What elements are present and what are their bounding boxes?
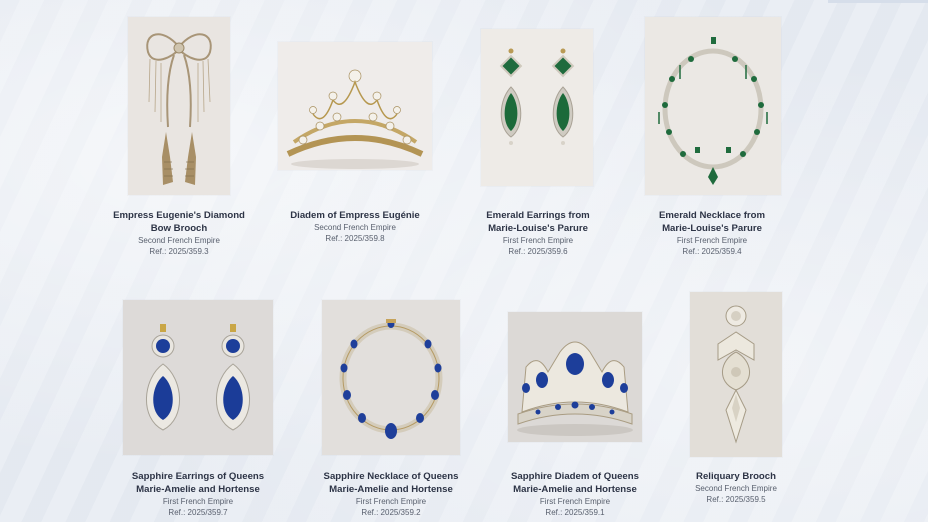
item-ref: Ref.: 2025/359.2 — [361, 508, 421, 517]
item-era: First French Empire — [676, 236, 748, 245]
item-title[interactable]: Diadem of Empress Eugénie — [282, 209, 428, 222]
item-title-line2[interactable]: Marie-Louise's Parure — [468, 222, 608, 235]
item-title-line2[interactable]: Marie-Louise's Parure — [642, 222, 782, 235]
caption-diadem: Diadem of Empress Eugénie Second French … — [282, 209, 428, 244]
caption-reliquary-brooch: Reliquary Brooch Second French Empire Re… — [666, 470, 806, 505]
top-edge-bar — [828, 0, 928, 3]
caption-sapphire-diadem: Sapphire Diadem of Queens Marie-Amelie a… — [504, 470, 646, 518]
item-era: Second French Empire — [695, 484, 777, 493]
diadem-image[interactable] — [278, 42, 432, 170]
item-title[interactable]: Reliquary Brooch — [666, 470, 806, 483]
caption-emerald-necklace: Emerald Necklace from Marie-Louise's Par… — [642, 209, 782, 257]
reliquary-brooch-image[interactable] — [690, 292, 782, 457]
item-ref: Ref.: 2025/359.5 — [706, 495, 766, 504]
item-title-line2[interactable]: Marie-Amelie and Hortense — [504, 483, 646, 496]
item-title[interactable]: Empress Eugenie's Diamond — [108, 209, 250, 222]
item-title-line2[interactable]: Bow Brooch — [108, 222, 250, 235]
item-era: Second French Empire — [314, 223, 396, 232]
item-era: First French Empire — [162, 497, 234, 506]
item-ref: Ref.: 2025/359.3 — [149, 247, 209, 256]
caption-bow-brooch: Empress Eugenie's Diamond Bow Brooch Sec… — [108, 209, 250, 257]
item-ref: Ref.: 2025/359.8 — [325, 234, 385, 243]
item-title-line2[interactable]: Marie-Amelie and Hortense — [128, 483, 268, 496]
caption-emerald-earrings: Emerald Earrings from Marie-Louise's Par… — [468, 209, 608, 257]
item-ref: Ref.: 2025/359.4 — [682, 247, 742, 256]
sapphire-earrings-image[interactable] — [123, 300, 273, 455]
item-title[interactable]: Sapphire Necklace of Queens — [320, 470, 462, 483]
item-era: First French Empire — [539, 497, 611, 506]
item-title[interactable]: Emerald Necklace from — [642, 209, 782, 222]
item-title[interactable]: Sapphire Diadem of Queens — [504, 470, 646, 483]
caption-sapphire-earrings: Sapphire Earrings of Queens Marie-Amelie… — [128, 470, 268, 518]
item-title-line2[interactable]: Marie-Amelie and Hortense — [320, 483, 462, 496]
bow-brooch-image[interactable] — [128, 17, 230, 195]
emerald-necklace-image[interactable] — [645, 17, 781, 195]
item-title[interactable]: Emerald Earrings from — [468, 209, 608, 222]
item-era: First French Empire — [502, 236, 574, 245]
item-ref: Ref.: 2025/359.6 — [508, 247, 568, 256]
sapphire-necklace-image[interactable] — [322, 300, 460, 455]
item-era: Second French Empire — [138, 236, 220, 245]
caption-sapphire-necklace: Sapphire Necklace of Queens Marie-Amelie… — [320, 470, 462, 518]
item-title[interactable]: Sapphire Earrings of Queens — [128, 470, 268, 483]
item-ref: Ref.: 2025/359.1 — [545, 508, 605, 517]
item-ref: Ref.: 2025/359.7 — [168, 508, 228, 517]
emerald-earrings-image[interactable] — [481, 29, 593, 186]
item-era: First French Empire — [355, 497, 427, 506]
sapphire-diadem-image[interactable] — [508, 312, 642, 442]
